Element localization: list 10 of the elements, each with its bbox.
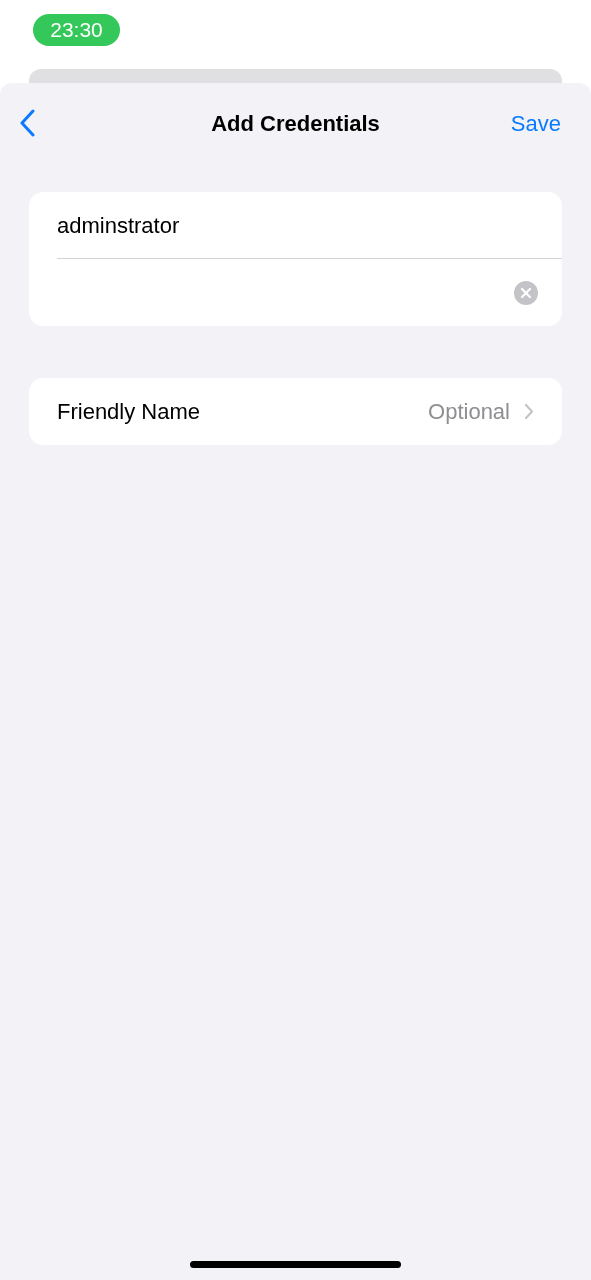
save-button[interactable]: Save (510, 106, 573, 140)
row-detail: Optional (428, 398, 510, 426)
username-field[interactable]: adminstrator (57, 208, 524, 242)
time-pill: 23:30 (33, 14, 120, 46)
back-chevron-icon (18, 109, 36, 137)
nav-title: Add Credentials (211, 109, 380, 138)
chevron-icon (524, 403, 534, 420)
friendly-name-row[interactable]: Friendly Name Optional (29, 378, 562, 445)
back-button[interactable] (18, 109, 36, 137)
row-label: Friendly Name (57, 398, 202, 426)
